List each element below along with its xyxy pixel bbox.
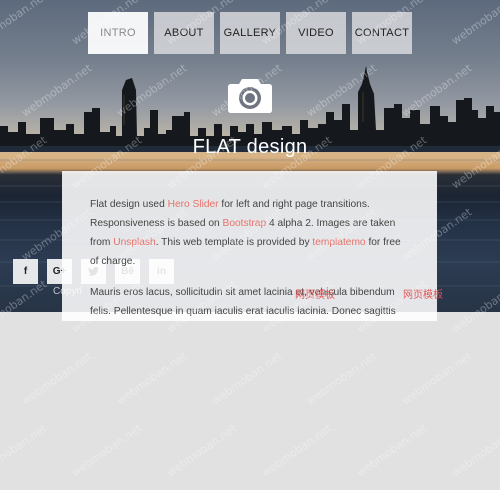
footer-link-templates-2[interactable]: 网页模板 bbox=[403, 286, 443, 301]
hero-slider-link[interactable]: Hero Slider bbox=[168, 199, 219, 210]
watermark-text: webmoban.net bbox=[69, 421, 145, 479]
nav-item-contact[interactable]: CONTACT bbox=[352, 12, 412, 54]
footer-link-templates-1[interactable]: 网页模板 bbox=[295, 286, 335, 301]
watermark-text: webmoban.net bbox=[0, 421, 50, 479]
watermark-text: webmoban.net bbox=[209, 349, 285, 407]
watermark-text: webmoban.net bbox=[259, 421, 335, 479]
hero-title: FLAT design bbox=[192, 136, 308, 158]
intro-text-1: Flat design used bbox=[90, 199, 168, 210]
nav-item-video[interactable]: VIDEO bbox=[286, 12, 346, 54]
page: INTRO ABOUT GALLERY VIDEO CONTACT FLAT d… bbox=[0, 0, 500, 490]
nav-item-intro[interactable]: INTRO bbox=[88, 12, 148, 54]
main-nav: INTRO ABOUT GALLERY VIDEO CONTACT bbox=[88, 12, 412, 54]
intro-text-4: . This web template is provided by bbox=[155, 237, 313, 248]
watermark-text: webmoban.net bbox=[399, 349, 475, 407]
camera-icon bbox=[228, 79, 272, 113]
facebook-icon[interactable]: f bbox=[13, 259, 38, 284]
watermark-text: webmoban.net bbox=[114, 349, 190, 407]
intro-paragraph: Flat design used Hero Slider for left an… bbox=[90, 195, 412, 271]
watermark-text: webmoban.net bbox=[19, 349, 95, 407]
templatemo-link[interactable]: templatemo bbox=[312, 237, 365, 248]
lorem-paragraph: Mauris eros lacus, sollicitudin sit amet… bbox=[90, 287, 396, 317]
nav-item-about[interactable]: ABOUT bbox=[154, 12, 214, 54]
watermark-text: webmoban.net bbox=[164, 421, 240, 479]
intro-content-card: Flat design used Hero Slider for left an… bbox=[62, 171, 437, 321]
watermark-text: webmoban.net bbox=[304, 349, 380, 407]
nav-item-gallery[interactable]: GALLERY bbox=[220, 12, 280, 54]
unsplash-link[interactable]: Unsplash bbox=[113, 237, 155, 248]
watermark-text: webmoban.net bbox=[449, 421, 500, 479]
watermark-text: webmoban.net bbox=[354, 421, 430, 479]
bootstrap-link[interactable]: Bootstrap bbox=[223, 218, 267, 229]
